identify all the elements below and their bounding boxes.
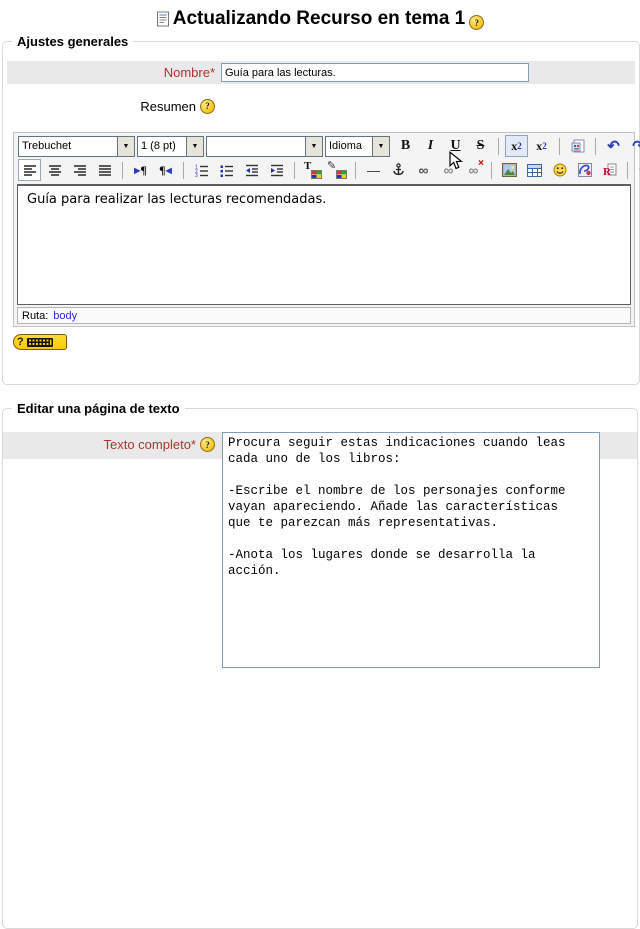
strikethrough-button[interactable]: S: [469, 135, 492, 157]
link-button[interactable]: ∞: [412, 159, 435, 181]
title-help-icon[interactable]: ?: [469, 15, 484, 30]
keyboard-icon: [27, 338, 53, 347]
path-label: Ruta:: [22, 310, 48, 322]
text-page-icon: [156, 11, 170, 27]
editor-path-bar: Ruta: body: [17, 307, 631, 324]
unlink-button[interactable]: ∞: [437, 159, 460, 181]
texto-completo-label: Texto completo*: [104, 437, 197, 452]
word-cleaner-icon: [571, 139, 585, 154]
justify-left-icon: [23, 164, 37, 177]
page-title-text: Actualizando Recurso en tema 1: [173, 8, 465, 30]
nolink-button[interactable]: ∞ ×: [462, 159, 485, 181]
resumen-label: Resumen: [140, 99, 196, 114]
undo-button[interactable]: ↶: [602, 135, 625, 157]
justify-left-button[interactable]: [18, 159, 41, 181]
language-select[interactable]: Idioma ▼: [325, 136, 390, 157]
outdent-button[interactable]: [240, 159, 263, 181]
insert-char-button[interactable]: [573, 159, 596, 181]
insert-smiley-button[interactable]: [548, 159, 571, 181]
italic-button[interactable]: I: [419, 135, 442, 157]
superscript-button[interactable]: x2: [530, 135, 553, 157]
justify-right-icon: [73, 164, 87, 177]
justify-full-button[interactable]: [93, 159, 116, 181]
justify-center-button[interactable]: [43, 159, 66, 181]
word-cleaner-button[interactable]: [566, 135, 589, 157]
nombre-row: Nombre*: [7, 61, 635, 84]
toolbar-separator: [559, 138, 560, 155]
direction-ltr-button[interactable]: ▶¶: [129, 159, 152, 181]
indent-icon: [270, 164, 284, 177]
anchor-icon: [392, 163, 405, 177]
toolbar-separator: [294, 162, 295, 179]
text-page-legend: Editar una página de texto: [12, 401, 185, 416]
nombre-label: Nombre*: [7, 65, 215, 80]
toolbar-separator: [491, 162, 492, 179]
toolbar-separator: [595, 138, 596, 155]
text-color-button[interactable]: T: [301, 159, 324, 181]
justify-full-icon: [98, 164, 112, 177]
toolbar-separator: [355, 162, 356, 179]
resumen-help-icon[interactable]: ?: [200, 99, 215, 114]
insert-image-button[interactable]: [498, 159, 521, 181]
html-source-button[interactable]: <>: [634, 159, 640, 181]
redo-button[interactable]: ↷: [627, 135, 640, 157]
pencil-icon: ✎: [327, 159, 336, 172]
font-family-select[interactable]: Trebuchet ▼: [18, 136, 135, 157]
format-select[interactable]: ▼: [206, 136, 323, 157]
toolbar-separator: [183, 162, 184, 179]
direction-rtl-button[interactable]: ¶◀: [154, 159, 177, 181]
horizontal-rule-button[interactable]: —: [362, 159, 385, 181]
path-body-link[interactable]: body: [53, 310, 77, 322]
resumen-row: Resumen ?: [7, 96, 635, 116]
underline-button[interactable]: U: [444, 135, 467, 157]
red-x-icon: ×: [478, 158, 484, 169]
svg-text:3: 3: [195, 173, 198, 177]
bold-button[interactable]: B: [394, 135, 417, 157]
keyboard-help-button[interactable]: ?: [13, 334, 67, 350]
table-icon: [527, 164, 542, 177]
svg-text:R: R: [603, 166, 612, 177]
color-grid-icon: [311, 170, 322, 179]
font-size-select[interactable]: 1 (8 pt) ▼: [137, 136, 204, 157]
html-editor: Trebuchet ▼ 1 (8 pt) ▼ ▼ Idioma ▼ B I U …: [13, 132, 635, 327]
dropdown-arrow-icon: ▼: [305, 137, 322, 156]
subscript-button[interactable]: x2: [505, 135, 528, 157]
page-title: Actualizando Recurso en tema 1 ?: [0, 0, 640, 30]
general-settings-legend: Ajustes generales: [12, 34, 133, 49]
image-icon: [502, 163, 517, 177]
editor-toolbar-row2: ▶¶ ¶◀ 1 2 3: [16, 158, 632, 182]
insert-table-button[interactable]: [523, 159, 546, 181]
indent-button[interactable]: [265, 159, 288, 181]
outdent-icon: [245, 164, 259, 177]
texto-completo-row: Texto completo* ? Procura seguir estas i…: [7, 432, 633, 668]
justify-center-icon: [48, 164, 62, 177]
dropdown-arrow-icon: ▼: [117, 137, 134, 156]
anchor-button[interactable]: [387, 159, 410, 181]
dropdown-arrow-icon: ▼: [186, 137, 203, 156]
color-grid-icon: [336, 170, 347, 179]
toolbar-separator: [627, 162, 628, 179]
find-replace-icon: R: [603, 163, 617, 177]
find-replace-button[interactable]: R: [598, 159, 621, 181]
toolbar-separator: [122, 162, 123, 179]
dropdown-arrow-icon: ▼: [372, 137, 389, 156]
toolbar-separator: [498, 138, 499, 155]
nombre-input[interactable]: [221, 63, 529, 82]
unordered-list-button[interactable]: [215, 159, 238, 181]
unordered-list-icon: [220, 164, 234, 177]
justify-right-button[interactable]: [68, 159, 91, 181]
smiley-icon: [553, 163, 567, 177]
texto-completo-textarea[interactable]: Procura seguir estas indicaciones cuando…: [222, 432, 600, 668]
general-settings-fieldset: Ajustes generales Nombre* Resumen ? Treb…: [2, 34, 640, 385]
ordered-list-button[interactable]: 1 2 3: [190, 159, 213, 181]
special-char-icon: [578, 163, 592, 177]
editor-content-area[interactable]: Guía para realizar las lecturas recomend…: [17, 184, 631, 305]
ordered-list-icon: 1 2 3: [195, 164, 209, 177]
texto-completo-help-icon[interactable]: ?: [200, 437, 215, 452]
editor-toolbar-row1: Trebuchet ▼ 1 (8 pt) ▼ ▼ Idioma ▼ B I U …: [16, 134, 632, 158]
highlight-color-button[interactable]: ✎: [326, 159, 349, 181]
text-page-fieldset: Editar una página de texto Texto complet…: [2, 401, 638, 929]
